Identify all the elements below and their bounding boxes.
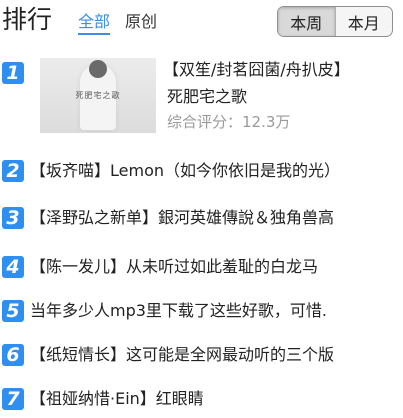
list-item[interactable]: 5 当年多少人mp3里下载了这些好歌，可惜. <box>0 296 403 326</box>
list-item[interactable]: 2 【坂齐喵】Lemon（如今你依旧是我的光） <box>0 156 403 186</box>
list-item[interactable]: 4 【陈一发儿】从未听过如此羞耻的白龙马 <box>0 252 403 282</box>
list-item-title: 【泽野弘之新单】銀河英雄傳說＆独角兽高 <box>30 208 335 227</box>
period-toggle: 本周 本月 <box>277 6 393 37</box>
rank-item-top[interactable]: 1 死肥宅之歌 【双笙/封茗囧菌/舟扒皮】 死肥宅之歌 综合评分：12.3万 <box>0 56 403 141</box>
rank-badge: 5 <box>2 300 24 322</box>
rank-badge: 1 <box>2 62 24 84</box>
rank-badge: 2 <box>2 160 24 182</box>
top-item-title: 死肥宅之歌 <box>167 87 248 106</box>
list-item-title: 【陈一发儿】从未听过如此羞耻的白龙马 <box>30 257 319 276</box>
rank-badge: 3 <box>2 207 24 229</box>
cover-text: 死肥宅之歌 <box>75 91 121 100</box>
tab-original[interactable]: 原创 <box>125 11 157 33</box>
list-item[interactable]: 3 【泽野弘之新单】銀河英雄傳說＆独角兽高 <box>0 203 403 233</box>
rank-badge: 6 <box>2 344 24 366</box>
toggle-this-month[interactable]: 本月 <box>334 7 393 36</box>
toggle-this-week[interactable]: 本周 <box>278 7 335 36</box>
tab-all[interactable]: 全部 <box>78 11 111 35</box>
cover-head <box>89 60 107 78</box>
list-item-title: 当年多少人mp3里下载了这些好歌，可惜. <box>30 301 328 320</box>
top-item-tag: 【双笙/封茗囧菌/舟扒皮】 <box>163 60 350 79</box>
ranking-header: 排行 全部 原创 本周 本月 <box>0 0 403 44</box>
rank-badge: 7 <box>2 388 24 410</box>
cover-thumbnail[interactable]: 死肥宅之歌 <box>40 58 156 133</box>
page-title: 排行 <box>2 5 53 34</box>
list-item[interactable]: 6 【纸短情长】这可能是全网最动听的三个版 <box>0 340 403 370</box>
list-item-title: 【祖娅纳惜·Ein】红眼睛 <box>30 389 204 408</box>
list-item[interactable]: 7 【祖娅纳惜·Ein】红眼睛 <box>0 384 403 414</box>
top-item-score: 综合评分：12.3万 <box>167 113 291 131</box>
rank-badge: 4 <box>2 256 24 278</box>
list-item-title: 【纸短情长】这可能是全网最动听的三个版 <box>30 345 335 364</box>
list-item-title: 【坂齐喵】Lemon（如今你依旧是我的光） <box>30 161 340 180</box>
